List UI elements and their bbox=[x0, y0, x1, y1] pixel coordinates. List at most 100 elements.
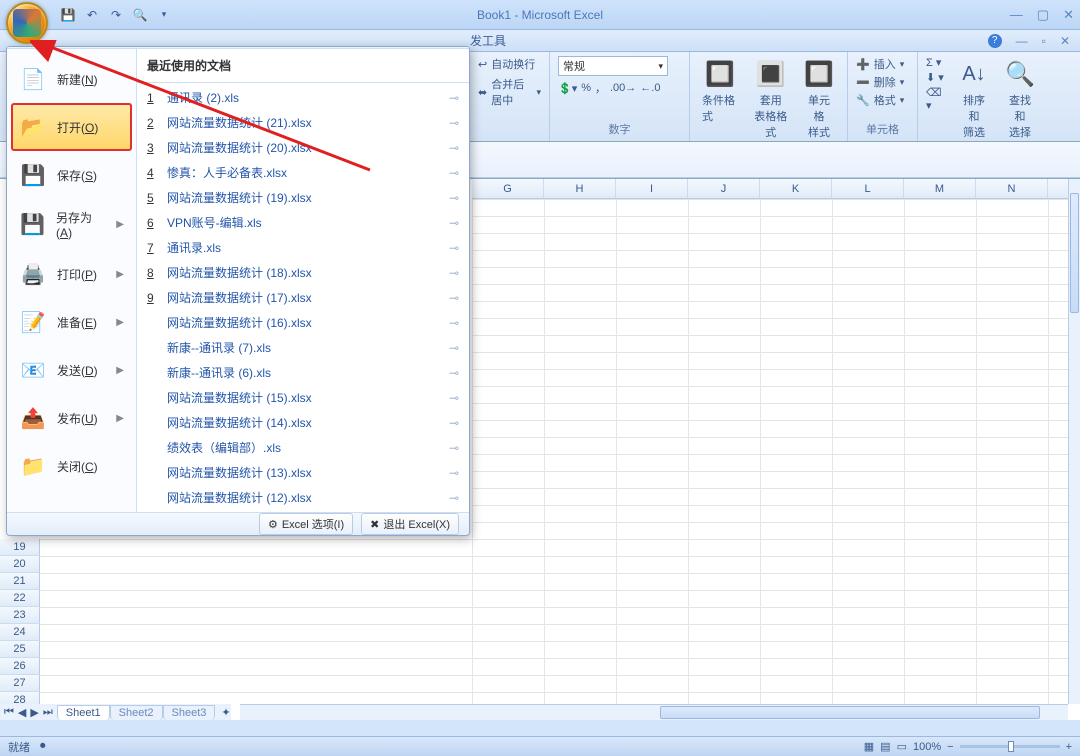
find-select-button[interactable]: 🔍查找和 选择 bbox=[1000, 56, 1040, 142]
column-header[interactable]: H bbox=[544, 179, 616, 198]
recent-doc-item[interactable]: 9网站流量数据统计 (17).xlsx⊸ bbox=[137, 285, 469, 310]
clear-icon[interactable]: ⌫ ▾ bbox=[926, 86, 948, 112]
pin-icon[interactable]: ⊸ bbox=[449, 166, 459, 180]
office-menu-item[interactable]: 💾保存(S) bbox=[11, 151, 132, 199]
print-preview-icon[interactable]: 🔍 bbox=[132, 7, 148, 23]
recent-doc-item[interactable]: 网站流量数据统计 (12).xlsx⊸ bbox=[137, 485, 469, 510]
help-icon[interactable]: ? bbox=[988, 34, 1002, 48]
office-menu-item[interactable]: 💾另存为(A)▶ bbox=[11, 199, 132, 250]
recent-doc-item[interactable]: 网站流量数据统计 (13).xlsx⊸ bbox=[137, 460, 469, 485]
recent-doc-item[interactable]: 绩效表（编辑部）.xls⊸ bbox=[137, 435, 469, 460]
recent-doc-item[interactable]: 1通讯录 (2).xls⊸ bbox=[137, 85, 469, 110]
column-header[interactable]: J bbox=[688, 179, 760, 198]
sheet-tab[interactable]: Sheet1 bbox=[57, 705, 110, 720]
row-header[interactable]: 28 bbox=[0, 692, 40, 704]
pin-icon[interactable]: ⊸ bbox=[449, 191, 459, 205]
merge-center-button[interactable]: ⬌合并后居中▾ bbox=[478, 76, 541, 108]
pin-icon[interactable]: ⊸ bbox=[449, 416, 459, 430]
conditional-format-button[interactable]: 🔲条件格式 bbox=[698, 56, 743, 126]
tab-developer[interactable]: 发工具 bbox=[470, 32, 506, 49]
pin-icon[interactable]: ⊸ bbox=[449, 91, 459, 105]
recent-doc-item[interactable]: 7通讯录.xls⊸ bbox=[137, 235, 469, 260]
pin-icon[interactable]: ⊸ bbox=[449, 391, 459, 405]
row-header[interactable]: 26 bbox=[0, 658, 40, 675]
office-menu-item[interactable]: 🖨️打印(P)▶ bbox=[11, 250, 132, 298]
pin-icon[interactable]: ⊸ bbox=[449, 316, 459, 330]
zoom-in-icon[interactable]: + bbox=[1066, 741, 1072, 753]
office-menu-item[interactable]: 📂打开(O) bbox=[11, 103, 132, 151]
ribbon-minimize-icon[interactable]: — bbox=[1016, 34, 1028, 48]
zoom-slider[interactable] bbox=[960, 745, 1060, 748]
view-layout-icon[interactable]: ▤ bbox=[880, 740, 890, 753]
column-header[interactable]: N bbox=[976, 179, 1048, 198]
ribbon-restore-icon[interactable]: ▫ bbox=[1042, 34, 1046, 48]
excel-options-button[interactable]: ⚙Excel 选项(I) bbox=[259, 513, 353, 535]
row-header[interactable]: 21 bbox=[0, 573, 40, 590]
column-header[interactable]: G bbox=[472, 179, 544, 198]
office-menu-item[interactable]: 📤发布(U)▶ bbox=[11, 394, 132, 442]
recent-doc-item[interactable]: 6VPN账号-编辑.xls⊸ bbox=[137, 210, 469, 235]
recent-doc-item[interactable]: 2网站流量数据统计 (21).xlsx⊸ bbox=[137, 110, 469, 135]
view-pagebreak-icon[interactable]: ▭ bbox=[897, 740, 907, 753]
pin-icon[interactable]: ⊸ bbox=[449, 441, 459, 455]
exit-excel-button[interactable]: ✖退出 Excel(X) bbox=[361, 513, 459, 535]
office-button[interactable] bbox=[6, 2, 48, 44]
save-icon[interactable]: 💾 bbox=[60, 7, 76, 23]
row-header[interactable]: 20 bbox=[0, 556, 40, 573]
zoom-level[interactable]: 100% bbox=[913, 741, 941, 753]
horizontal-scrollbar[interactable] bbox=[240, 704, 1068, 720]
autosum-icon[interactable]: Σ ▾ bbox=[926, 56, 948, 69]
hscroll-thumb[interactable] bbox=[660, 706, 1040, 719]
office-menu-item[interactable]: 📄新建(N) bbox=[11, 55, 132, 103]
recent-doc-item[interactable]: 新康--通讯录 (6).xls⊸ bbox=[137, 360, 469, 385]
column-header[interactable]: I bbox=[616, 179, 688, 198]
tab-nav-next-icon[interactable]: ▶ bbox=[30, 706, 38, 719]
sheet-tab[interactable]: Sheet3 bbox=[163, 705, 216, 720]
currency-icon[interactable]: 💲▾ bbox=[558, 82, 577, 95]
recent-doc-item[interactable]: 3网站流量数据统计 (20).xlsx⊸ bbox=[137, 135, 469, 160]
row-header[interactable]: 24 bbox=[0, 624, 40, 641]
sheet-tab[interactable]: Sheet2 bbox=[110, 705, 163, 720]
row-header[interactable]: 19 bbox=[0, 539, 40, 556]
wrap-text-button[interactable]: ↩自动换行 bbox=[478, 56, 535, 72]
tab-nav-first-icon[interactable]: ⏮ bbox=[4, 706, 14, 719]
comma-icon[interactable]: ， bbox=[595, 80, 606, 96]
zoom-out-icon[interactable]: − bbox=[947, 741, 953, 753]
vscroll-thumb[interactable] bbox=[1070, 193, 1079, 313]
view-normal-icon[interactable]: ▦ bbox=[864, 740, 874, 753]
office-menu-item[interactable]: 📝准备(E)▶ bbox=[11, 298, 132, 346]
percent-icon[interactable]: % bbox=[581, 82, 591, 94]
column-header[interactable]: L bbox=[832, 179, 904, 198]
pin-icon[interactable]: ⊸ bbox=[449, 341, 459, 355]
format-as-table-button[interactable]: 🔳套用 表格格式 bbox=[749, 56, 794, 142]
recent-doc-item[interactable]: 4惨真：人手必备表.xlsx⊸ bbox=[137, 160, 469, 185]
pin-icon[interactable]: ⊸ bbox=[449, 116, 459, 130]
pin-icon[interactable]: ⊸ bbox=[449, 291, 459, 305]
pin-icon[interactable]: ⊸ bbox=[449, 491, 459, 505]
insert-cells-button[interactable]: ➕插入▾ bbox=[856, 56, 904, 72]
cell-styles-button[interactable]: 🔲单元格 样式 bbox=[799, 56, 839, 142]
recent-doc-item[interactable]: 网站流量数据统计 (15).xlsx⊸ bbox=[137, 385, 469, 410]
increase-decimal-icon[interactable]: .00→ bbox=[610, 82, 636, 94]
pin-icon[interactable]: ⊸ bbox=[449, 466, 459, 480]
close-icon[interactable]: ✕ bbox=[1063, 7, 1074, 23]
column-header[interactable]: M bbox=[904, 179, 976, 198]
pin-icon[interactable]: ⊸ bbox=[449, 366, 459, 380]
office-menu-item[interactable]: 📁关闭(C) bbox=[11, 442, 132, 490]
recent-doc-item[interactable]: 网站流量数据统计 (14).xlsx⊸ bbox=[137, 410, 469, 435]
maximize-icon[interactable]: ▢ bbox=[1037, 7, 1049, 23]
format-cells-button[interactable]: 🔧格式▾ bbox=[856, 92, 904, 108]
recent-doc-item[interactable]: 8网站流量数据统计 (18).xlsx⊸ bbox=[137, 260, 469, 285]
number-format-combo[interactable]: 常规▾ bbox=[558, 56, 668, 76]
pin-icon[interactable]: ⊸ bbox=[449, 241, 459, 255]
new-sheet-icon[interactable]: ✦ bbox=[221, 706, 230, 719]
row-header[interactable]: 22 bbox=[0, 590, 40, 607]
undo-icon[interactable]: ↶ bbox=[84, 7, 100, 23]
pin-icon[interactable]: ⊸ bbox=[449, 216, 459, 230]
row-header[interactable]: 27 bbox=[0, 675, 40, 692]
tab-nav-last-icon[interactable]: ⏭ bbox=[43, 706, 53, 719]
row-header[interactable]: 25 bbox=[0, 641, 40, 658]
column-header[interactable]: K bbox=[760, 179, 832, 198]
qat-dropdown-icon[interactable]: ▾ bbox=[156, 7, 172, 23]
recent-doc-item[interactable]: 网站流量数据统计 (16).xlsx⊸ bbox=[137, 310, 469, 335]
